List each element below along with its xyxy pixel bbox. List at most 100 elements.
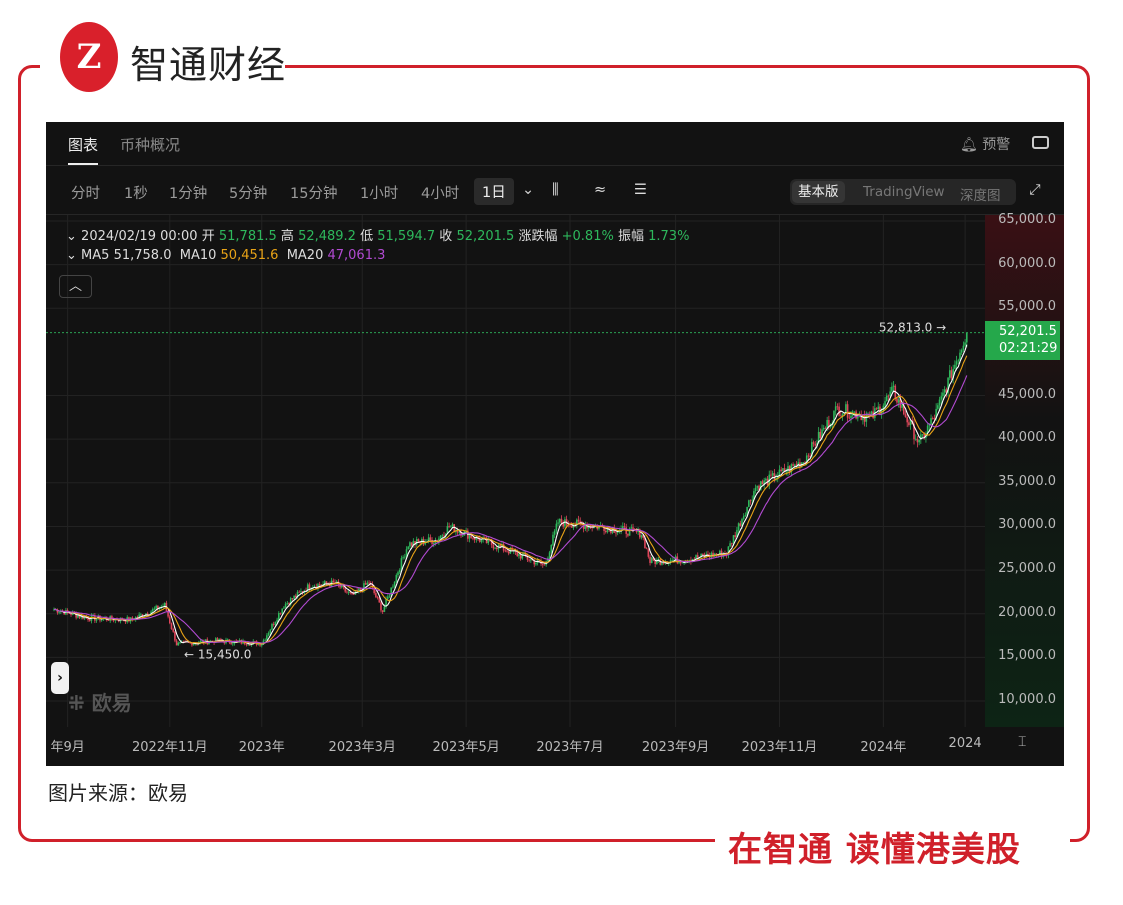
candle-body [802,462,805,464]
collapse-legend-button[interactable]: ︿ [59,275,92,298]
candle-body [812,442,815,444]
candle-body [807,455,810,457]
expand-sidebar-button[interactable]: › [51,662,69,694]
candle-body [671,559,673,561]
candle-body [70,613,72,616]
timeframe-1s[interactable]: 1秒 [124,182,148,203]
candle-body [729,543,731,547]
timeframe-4h[interactable]: 4小时 [421,182,459,203]
candle-body [751,499,754,501]
alert-button[interactable]: 🔔︎ 预警 [960,134,1010,154]
candle-body [380,602,382,611]
view-tradingview[interactable]: TradingView [863,184,945,200]
price-tick: 60,000.0 [998,255,1056,271]
candle-body [448,526,450,527]
candlestick-type-icon[interactable]: ⫼ [552,182,559,198]
candle-body [742,516,745,519]
collapse-icon[interactable]: ⌄ [66,248,77,263]
tab-bar: 图表 币种概况 🔔︎ 预警 [46,122,1064,166]
candle-body [535,562,537,565]
candle-body [921,434,924,436]
price-tick: 15,000.0 [998,648,1056,664]
candle-body [632,527,634,529]
candle-body [177,642,180,646]
candle-body [271,624,273,630]
candle-body [368,582,370,584]
chevron-down-icon[interactable]: ⌄ [522,182,534,198]
ma20-label: MA20 [286,248,324,263]
candle-body [962,345,965,350]
candle-body [930,418,932,425]
candle-body [432,542,435,544]
candle-body [269,629,272,634]
candle-body [530,559,532,561]
candle-body [277,613,280,620]
candle-body [541,564,544,565]
candle-body [577,519,580,522]
candle-body [88,620,91,621]
candle-body [897,399,900,403]
time-tick: 2023年11月 [741,740,818,755]
timeframe-1m[interactable]: 1分钟 [169,182,207,203]
candle-body [681,562,684,564]
candle-body [906,417,909,423]
candle-body [914,438,917,440]
candle-body [558,518,561,523]
candle-body [870,411,873,415]
timeframe-1h[interactable]: 1小时 [360,182,398,203]
candle-body [495,547,498,550]
timeframe-15m[interactable]: 15分钟 [290,182,337,203]
candle-body [392,586,394,588]
candle-body [553,530,556,535]
timeframe-5m[interactable]: 5分钟 [229,182,267,203]
candle-body [794,464,796,466]
candle-body [964,342,966,346]
candle-body [283,607,285,609]
watermark-text: 欧易 [91,691,132,715]
view-depth[interactable]: 深度图 [960,184,1001,204]
brand-logo: Z [60,22,118,92]
candle-body [737,523,740,530]
amplitude-value: 1.73% [648,229,690,244]
candle-body [904,414,907,418]
candle-body [443,535,445,537]
view-basic[interactable]: 基本版 [792,181,845,203]
tab-coin-overview[interactable]: 币种概况 [120,134,180,155]
candle-body [398,570,401,573]
candle-body [615,532,617,534]
candle-body [857,417,859,419]
candle-body [298,591,301,593]
candle-body [889,391,891,397]
layout-icon[interactable] [1032,136,1049,149]
candle-body [230,642,232,645]
scale-reset-icon[interactable]: ⌶ [1018,734,1026,750]
fullscreen-icon[interactable]: ⤢ [1029,182,1041,198]
candle-body [308,584,311,589]
candle-body [169,616,171,624]
indicator-icon[interactable]: ≈ [594,182,606,198]
candle-body [960,349,963,353]
view-switch: 基本版 TradingView 深度图 [790,179,1016,205]
low-value: 51,594.7 [377,229,436,244]
candle-body [507,551,510,554]
tab-chart[interactable]: 图表 [68,134,99,165]
collapse-icon[interactable]: ⌄ [66,229,77,244]
candle-body [623,526,626,528]
candle-body [569,525,571,527]
candle-body [552,534,554,545]
candle-body [782,468,784,472]
timeframe-tick[interactable]: 分时 [71,182,100,203]
settings-list-icon[interactable]: ☰ [634,182,647,198]
candle-body [845,404,847,414]
candle-body [499,544,501,547]
candle-body [383,606,386,612]
close-value: 52,201.5 [456,229,515,244]
candle-body [834,406,837,411]
candle-body [107,620,110,621]
candle-body [506,550,508,552]
candle-body [955,361,958,365]
timeframe-1d[interactable]: 1日 [474,178,514,205]
amplitude-label: 振幅 [617,229,644,244]
candle-body [272,624,275,625]
candle-body [885,395,888,402]
